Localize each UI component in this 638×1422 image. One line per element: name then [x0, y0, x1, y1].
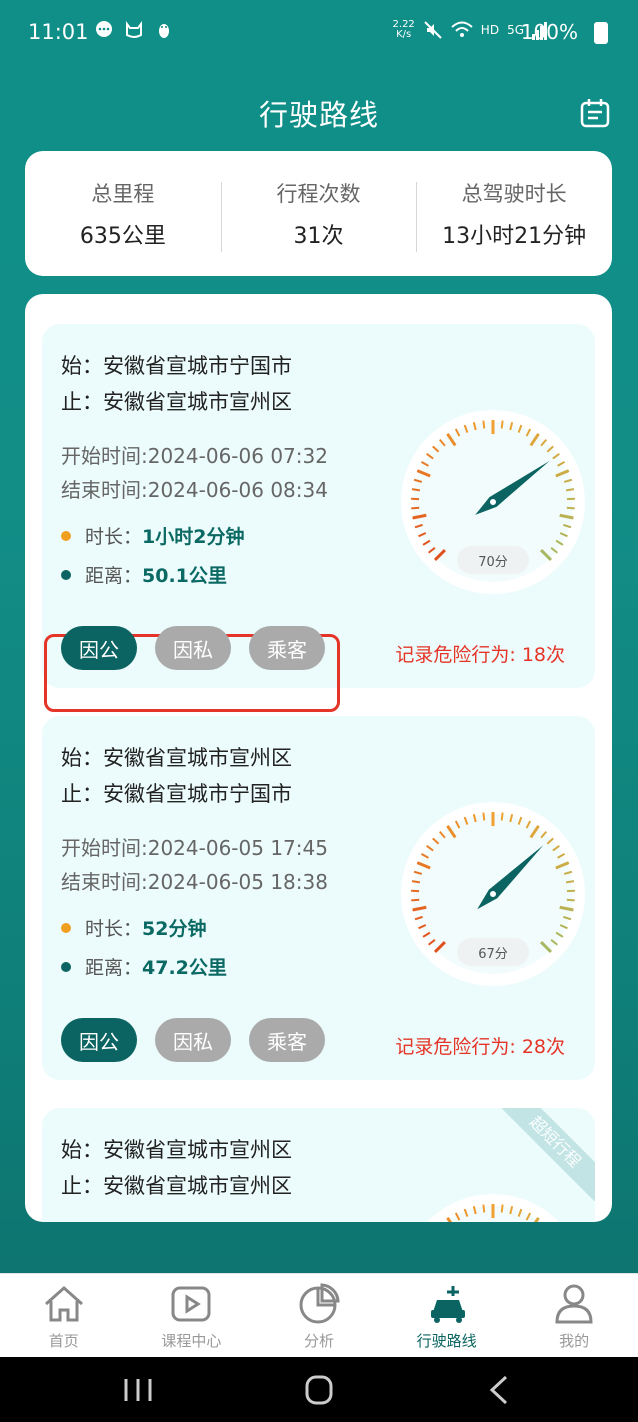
- duration-label: 时长：: [85, 526, 143, 548]
- tab-home[interactable]: 首页: [0, 1274, 128, 1357]
- calendar-icon[interactable]: [580, 98, 610, 128]
- summary-label: 行程次数: [276, 181, 361, 206]
- pie-chart-icon: [299, 1283, 340, 1324]
- summary-total-mileage: 总里程 635公里: [25, 178, 221, 250]
- battery-icon: [594, 22, 608, 44]
- trip-start: 始：安徽省宣城市宣州区: [61, 746, 292, 770]
- penguin-app-icon: [159, 24, 169, 38]
- trip-card[interactable]: 始：安徽省宣城市宁国市 止：安徽省宣城市宣州区 开始时间:2024-06-06 …: [42, 324, 595, 712]
- tag-business-button[interactable]: 因公: [61, 1018, 137, 1062]
- trip-duration-row: 时长： 52分钟: [61, 914, 206, 941]
- distance-label: 距离：: [85, 957, 143, 979]
- tab-label: 分析: [303, 1332, 334, 1350]
- tab-course-center[interactable]: 课程中心: [128, 1274, 256, 1357]
- tag-passenger-button[interactable]: 乘客: [249, 1018, 325, 1062]
- trip-list[interactable]: 始：安徽省宣城市宁国市 止：安徽省宣城市宣州区 开始时间:2024-06-06 …: [25, 294, 612, 1222]
- trip-tags: 因公 因私 乘客: [61, 626, 325, 670]
- tab-driving-route[interactable]: 行驶路线: [383, 1274, 511, 1357]
- back-icon[interactable]: [480, 1373, 520, 1407]
- score-gauge: 70分: [397, 406, 589, 598]
- trip-start-time: 开始时间:2024-06-05 17:45: [61, 836, 328, 860]
- user-icon: [555, 1284, 593, 1324]
- tag-passenger-button[interactable]: 乘客: [249, 626, 325, 670]
- trip-distance-row: 距离： 47.2公里: [61, 953, 227, 980]
- tab-label: 我的: [559, 1332, 590, 1350]
- trip-distance-row: 距离： 50.1公里: [61, 561, 227, 588]
- tag-private-button[interactable]: 因私: [155, 1018, 231, 1062]
- danger-count: 记录危险行为: 18次: [395, 644, 565, 666]
- system-nav-bar: [0, 1357, 638, 1422]
- video-play-icon: [171, 1286, 211, 1322]
- home-icon: [44, 1285, 83, 1322]
- trip-duration-row: 时长： 1小时2分钟: [61, 522, 244, 549]
- duration-dot: [61, 530, 71, 541]
- duration-label: 时长：: [85, 918, 143, 940]
- trip-end: 止：安徽省宣城市宣州区: [61, 1174, 292, 1198]
- score-badge: 67分: [457, 938, 529, 966]
- distance-value: 47.2公里: [142, 957, 227, 979]
- score-badge: 70分: [457, 546, 529, 574]
- duration-value: 52分钟: [142, 918, 207, 940]
- summary-value: 13小时21分钟: [442, 223, 587, 249]
- summary-card: 总里程 635公里 行程次数 31次 总驾驶时长 13小时21分钟: [25, 151, 612, 276]
- bottom-tab-bar: 首页 课程中心 分析 行驶路线 我的: [0, 1273, 638, 1357]
- tab-label: 首页: [48, 1332, 79, 1350]
- tab-mine[interactable]: 我的: [510, 1274, 638, 1357]
- tab-analysis[interactable]: 分析: [255, 1274, 383, 1357]
- mute-icon: [424, 21, 442, 39]
- summary-trip-count: 行程次数 31次: [220, 178, 417, 252]
- trip-card[interactable]: 超短行程 始：安徽省宣城市宣州区 止：安徽省宣城市宣州区: [42, 1108, 595, 1222]
- score-gauge: 67分: [397, 798, 589, 990]
- trip-start-time: 开始时间:2024-06-06 07:32: [61, 444, 328, 468]
- distance-value: 50.1公里: [142, 565, 227, 587]
- summary-label: 总里程: [91, 181, 155, 206]
- short-trip-ribbon: 超短行程: [495, 1108, 595, 1202]
- net-speed: 2.22 K/s: [393, 20, 415, 40]
- summary-total-duration: 总驾驶时长 13小时21分钟: [416, 178, 612, 252]
- tab-label: 课程中心: [161, 1332, 222, 1350]
- message-icon: [96, 21, 112, 37]
- trip-start: 始：安徽省宣城市宣州区: [61, 1138, 292, 1162]
- status-time: 11:01: [28, 20, 89, 44]
- route-car-icon: [430, 1286, 465, 1323]
- tab-label: 行驶路线: [416, 1332, 477, 1350]
- distance-dot: [61, 961, 71, 972]
- status-bar: 11:01 2.22 K/s HD 5G 100%: [0, 0, 638, 64]
- summary-value: 635公里: [79, 223, 166, 249]
- trip-end: 止：安徽省宣城市宣州区: [61, 390, 292, 414]
- gauge-dial-icon: [426, 1194, 560, 1222]
- wifi-icon: [451, 21, 473, 37]
- trip-end-time: 结束时间:2024-06-05 18:38: [61, 870, 328, 894]
- danger-count: 记录危险行为: 28次: [395, 1036, 565, 1058]
- summary-value: 31次: [293, 223, 344, 249]
- cat-app-icon: [126, 21, 142, 38]
- distance-dot: [61, 569, 71, 580]
- trip-card[interactable]: 始：安徽省宣城市宣州区 止：安徽省宣城市宁国市 开始时间:2024-06-05 …: [42, 716, 595, 1080]
- trip-end: 止：安徽省宣城市宁国市: [61, 782, 292, 806]
- recent-apps-icon[interactable]: [118, 1373, 158, 1407]
- trip-start: 始：安徽省宣城市宁国市: [61, 354, 292, 378]
- score-gauge: [397, 1190, 589, 1222]
- page-title: 行驶路线: [258, 98, 379, 132]
- duration-dot: [61, 922, 71, 933]
- home-button-icon[interactable]: [299, 1373, 339, 1407]
- tag-business-button[interactable]: 因公: [61, 626, 137, 670]
- distance-label: 距离：: [85, 565, 143, 587]
- battery-text: 100%: [520, 20, 578, 44]
- trip-tags: 因公 因私 乘客: [61, 1018, 325, 1062]
- tag-private-button[interactable]: 因私: [155, 626, 231, 670]
- trip-end-time: 结束时间:2024-06-06 08:34: [61, 478, 328, 502]
- hd-badge: HD: [480, 23, 500, 37]
- net-speed-unit: K/s: [396, 29, 412, 40]
- duration-value: 1小时2分钟: [142, 526, 245, 548]
- summary-label: 总驾驶时长: [461, 181, 567, 206]
- notification-icons: [94, 20, 174, 40]
